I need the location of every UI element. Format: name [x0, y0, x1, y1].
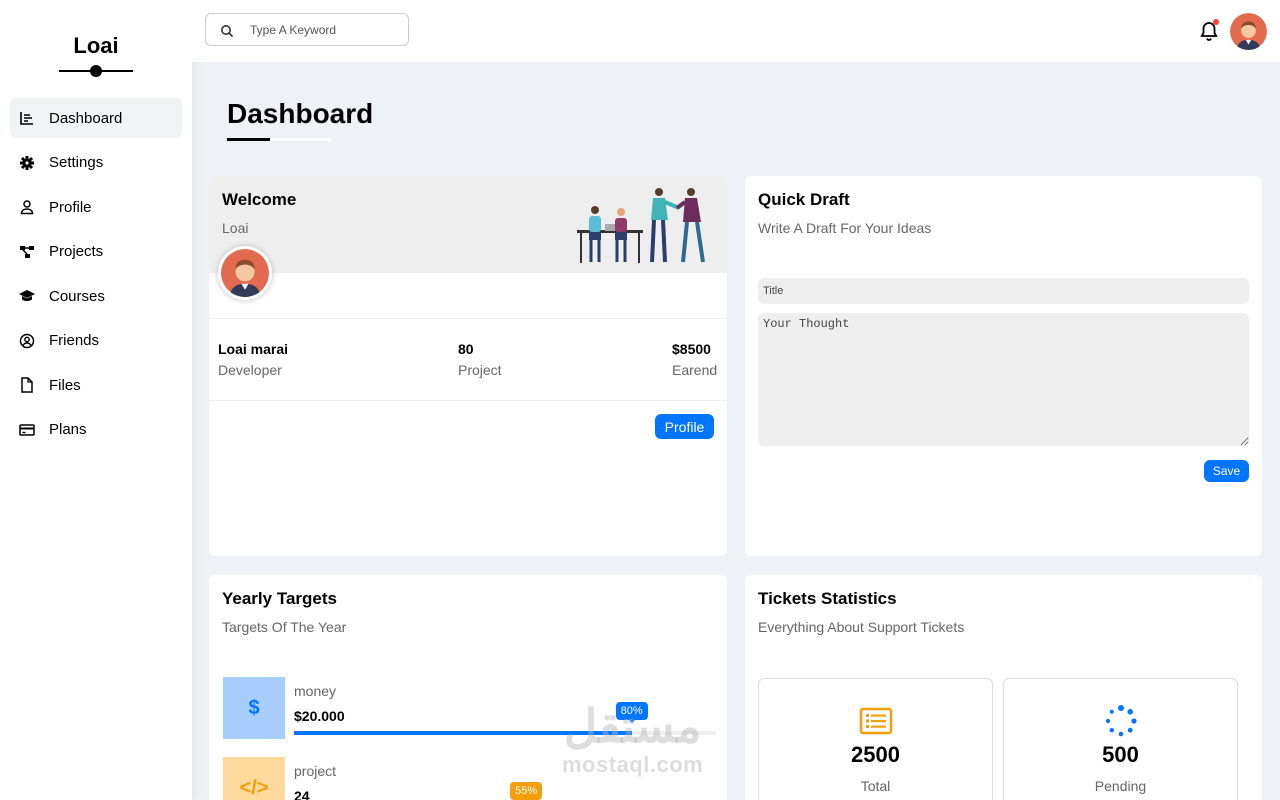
save-button[interactable]: Save	[1204, 460, 1249, 482]
ticket-box-pending: 500 Pending	[1003, 678, 1238, 800]
tickets-title: Tickets Statistics	[758, 589, 897, 608]
sidebar-item-settings[interactable]: Settings	[10, 143, 182, 183]
tickets-subtitle: Everything About Support Tickets	[758, 619, 965, 635]
notification-badge	[1213, 19, 1219, 25]
target-label: project	[294, 763, 337, 779]
sidebar: Loai Dashboard Settings Profile Projects	[0, 0, 192, 800]
target-value: 24	[294, 788, 310, 800]
sidebar-item-label: Projects	[49, 243, 104, 260]
graduation-cap-icon	[19, 288, 35, 304]
ticket-label: Pending	[1094, 778, 1147, 794]
page-title: Dashboard	[227, 98, 374, 129]
sidebar-item-dashboard[interactable]: Dashboard	[10, 98, 182, 138]
notification-button[interactable]	[1199, 19, 1219, 42]
sidebar-item-label: Files	[49, 376, 81, 394]
dollar-icon: $	[223, 677, 285, 739]
stat-label: Earend	[672, 362, 718, 378]
sidebar-item-label: Dashboard	[49, 109, 123, 127]
tickets-statistics-card: Tickets Statistics Everything About Supp…	[745, 575, 1262, 800]
welcome-card: Welcome Loai Loai marai Developer 80 Pro…	[209, 176, 727, 556]
stat-value: Loai marai	[218, 341, 289, 357]
list-icon	[859, 704, 893, 738]
stat-label: Developer	[218, 362, 282, 378]
sidebar-item-projects[interactable]: Projects	[10, 232, 182, 272]
diagram-icon	[19, 244, 35, 260]
sidebar-item-label: Settings	[49, 154, 104, 171]
watermark-latin: mostaql.com	[562, 752, 704, 777]
user-icon	[19, 199, 35, 215]
avatar[interactable]	[1230, 13, 1267, 50]
top-header	[192, 0, 1280, 62]
sidebar-item-courses[interactable]: Courses	[10, 276, 182, 316]
quick-draft-card: Quick Draft Write A Draft For Your Ideas…	[745, 176, 1262, 556]
stat-earned: $8500 Earend	[672, 341, 717, 378]
stat-name: Loai marai Developer	[218, 341, 288, 378]
ticket-number: 500	[1102, 742, 1139, 767]
draft-title: Quick Draft	[758, 190, 850, 209]
sidebar-item-label: Plans	[49, 421, 87, 438]
logo-divider	[59, 65, 133, 77]
title-underline	[227, 138, 331, 141]
spinner-icon	[1104, 704, 1138, 738]
stat-value: $8500	[672, 341, 711, 357]
sidebar-item-label: Friends	[49, 332, 100, 349]
sidebar-nav: Dashboard Settings Profile Projects Cour…	[0, 98, 192, 450]
targets-title: Yearly Targets	[222, 589, 337, 608]
stat-label: Project	[458, 362, 502, 378]
sidebar-item-profile[interactable]: Profile	[10, 187, 182, 227]
sidebar-logo: Loai	[73, 33, 119, 58]
sidebar-item-label: Profile	[49, 198, 92, 216]
code-icon: </>	[223, 757, 285, 800]
draft-thought-textarea[interactable]	[758, 313, 1249, 446]
watermark-arabic: مستقل	[563, 700, 702, 752]
stat-value: 80	[458, 341, 474, 357]
targets-subtitle: Targets Of The Year	[222, 619, 347, 635]
search-icon	[220, 24, 234, 38]
chart-icon	[19, 110, 35, 126]
search-input[interactable]	[250, 14, 400, 45]
target-value: $20.000	[294, 708, 345, 724]
team-illustration	[577, 188, 705, 263]
sidebar-item-plans[interactable]: Plans	[10, 410, 182, 450]
draft-title-input[interactable]	[758, 278, 1249, 304]
watermark: مستقل mostaql.com	[562, 700, 703, 778]
target-percent-badge: 55%	[510, 782, 543, 800]
welcome-avatar	[218, 246, 272, 300]
sidebar-item-friends[interactable]: Friends	[10, 321, 182, 361]
profile-button[interactable]: Profile	[655, 414, 714, 439]
stat-projects: 80 Project	[458, 341, 502, 378]
ticket-number: 2500	[851, 742, 900, 767]
ticket-box-total: 2500 Total	[758, 678, 993, 800]
sidebar-item-files[interactable]: Files	[10, 365, 182, 405]
sidebar-item-label: Courses	[49, 287, 105, 305]
welcome-stats: Loai marai Developer 80 Project $8500 Ea…	[209, 318, 727, 401]
draft-subtitle: Write A Draft For Your Ideas	[758, 220, 932, 236]
file-icon	[19, 377, 35, 393]
ticket-label: Total	[860, 778, 891, 794]
user-circle-icon	[19, 333, 35, 349]
welcome-header: Welcome Loai	[209, 176, 727, 273]
target-label: money	[294, 683, 337, 699]
credit-card-icon	[19, 422, 35, 438]
search-box	[205, 13, 409, 46]
gear-icon	[19, 155, 35, 171]
